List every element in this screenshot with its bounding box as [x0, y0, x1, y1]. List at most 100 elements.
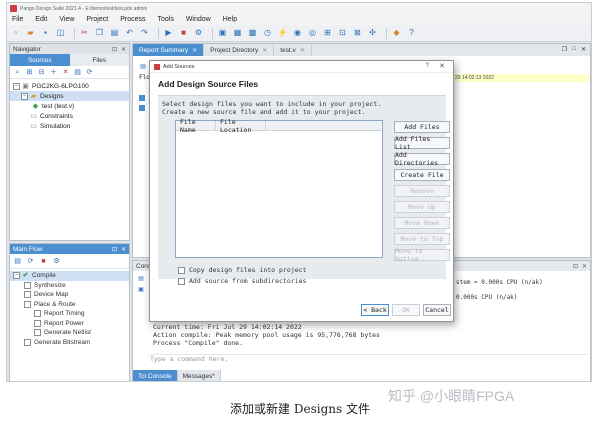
cut-icon[interactable]: ✂ [79, 28, 90, 39]
stop-flow-icon[interactable]: ■ [39, 257, 48, 266]
settings-icon[interactable]: ✣ [367, 28, 378, 39]
tree-item-designs[interactable]: − ▰ Designs [10, 91, 129, 101]
move-to-top-button[interactable]: Move to Top [394, 233, 450, 245]
move-up-button[interactable]: Move Up [394, 201, 450, 213]
save-all-icon[interactable]: ◫ [55, 28, 66, 39]
pin-icon[interactable]: ⊡ [112, 246, 117, 253]
info-icon[interactable]: ◆ [391, 28, 402, 39]
flow-step-synthesize[interactable]: Synthesize [10, 281, 129, 291]
paste-icon[interactable]: ▤ [109, 28, 120, 39]
tree-item-constraints[interactable]: ▭ Constraints [10, 111, 129, 121]
menu-file[interactable]: File [12, 16, 23, 23]
refresh-icon[interactable]: ⟳ [85, 68, 94, 77]
collapse-toggle-icon[interactable]: − [21, 92, 28, 100]
remove-source-icon[interactable]: ✕ [61, 68, 70, 77]
close-icon[interactable]: ✕ [121, 246, 126, 253]
rerun-icon[interactable]: ⟳ [26, 257, 35, 266]
clear-console-icon[interactable]: ▤ [137, 275, 145, 283]
tab-messages[interactable]: Messages* [177, 370, 221, 381]
back-button[interactable]: < Back [361, 304, 389, 316]
options-icon[interactable]: ⚙ [52, 257, 61, 266]
collapse-toggle-icon[interactable]: − [13, 272, 20, 280]
debug-icon[interactable]: ⊡ [337, 28, 348, 39]
create-file-button[interactable]: Create File [394, 169, 450, 181]
synthesize-icon[interactable]: ▣ [217, 28, 228, 39]
close-icon[interactable]: ✕ [581, 46, 586, 53]
close-icon[interactable]: ✕ [582, 263, 587, 270]
close-tab-icon[interactable]: ✕ [300, 47, 305, 54]
maximize-icon[interactable]: □ [572, 46, 576, 53]
flow-step-generate-bitstream[interactable]: Generate Bitstream [10, 338, 129, 348]
flow-step-report-power[interactable]: Report Power [10, 319, 129, 329]
search-icon[interactable]: ⌕ [13, 68, 22, 77]
collapse-all-icon[interactable]: ⊟ [37, 68, 46, 77]
column-file-location[interactable]: File Location [216, 118, 266, 134]
close-tab-icon[interactable]: ✕ [192, 47, 197, 54]
move-to-bottom-button[interactable]: Move to Bottom [394, 247, 450, 263]
save-icon[interactable]: ▪ [40, 28, 51, 39]
flow-step-report-timing[interactable]: Report Timing [10, 309, 129, 319]
menu-tools[interactable]: Tools [157, 16, 173, 23]
compile-icon[interactable]: ⚙ [193, 28, 204, 39]
copy-files-checkbox[interactable] [178, 266, 185, 274]
copy-files-checkbox-row[interactable]: Copy design files into project [178, 266, 306, 274]
add-directories-button[interactable]: Add Directories [394, 151, 450, 167]
source-file-table[interactable]: File Name File Location [175, 118, 383, 258]
lock-icon[interactable]: ▣ [137, 286, 145, 294]
add-source-icon[interactable]: ＋ [49, 68, 58, 77]
tab-sources[interactable]: Sources [10, 54, 70, 66]
command-input[interactable]: Type a command here. [148, 354, 588, 363]
device-map-icon[interactable]: ▦ [232, 28, 243, 39]
tab-report-summary[interactable]: Report Summary ✕ [133, 44, 205, 56]
add-files-list-button[interactable]: Add Files List [394, 135, 450, 151]
cancel-button[interactable]: Cancel [423, 304, 451, 316]
close-tab-icon[interactable]: ✕ [262, 47, 267, 54]
run-icon[interactable]: ▶ [163, 28, 174, 39]
subdirectories-checkbox-row[interactable]: Add source from subdirectories [178, 277, 306, 285]
expand-all-icon[interactable]: ⊞ [25, 68, 34, 77]
menu-project[interactable]: Project [86, 16, 108, 23]
properties-icon[interactable]: ▤ [73, 68, 82, 77]
tab-project-directory[interactable]: Project Directory ✕ [204, 44, 275, 56]
collapse-toggle-icon[interactable]: − [13, 82, 20, 90]
help-icon[interactable]: ? [406, 28, 417, 39]
tab-test-v[interactable]: test.v ✕ [274, 44, 312, 56]
tab-files[interactable]: Files [70, 54, 130, 66]
add-files-button[interactable]: Add Files [394, 121, 450, 133]
bitstream-icon[interactable]: ◎ [307, 28, 318, 39]
menu-window[interactable]: Window [186, 16, 211, 23]
menu-process[interactable]: Process [120, 16, 145, 23]
tree-item-device[interactable]: − ▣ PGC2KG-6LPG100 [10, 81, 129, 91]
redo-icon[interactable]: ↷ [139, 28, 150, 39]
move-down-button[interactable]: Move Down [394, 217, 450, 229]
new-file-icon[interactable]: ▫ [10, 28, 21, 39]
pin-icon[interactable]: ⊡ [112, 46, 117, 53]
flow-step-generate-netlist[interactable]: Generate Netlist [10, 328, 129, 338]
place-route-icon[interactable]: ▩ [247, 28, 258, 39]
flow-step-device-map[interactable]: Device Map [10, 290, 129, 300]
run-flow-icon[interactable]: ▤ [13, 257, 22, 266]
close-icon[interactable]: ✕ [121, 46, 126, 53]
timing-icon[interactable]: ◷ [262, 28, 273, 39]
flow-step-compile[interactable]: − ✔ Compile [10, 271, 129, 281]
menu-help[interactable]: Help [223, 16, 237, 23]
help-button[interactable]: ? [426, 63, 429, 69]
undo-icon[interactable]: ↶ [124, 28, 135, 39]
flow-step-place-route[interactable]: Place & Route [10, 300, 129, 310]
tab-tcl-console[interactable]: Tcl Console [133, 370, 178, 381]
remove-button[interactable]: Remove [394, 185, 450, 197]
subdirectories-checkbox[interactable] [178, 277, 185, 285]
menu-edit[interactable]: Edit [35, 16, 47, 23]
close-dialog-button[interactable]: ✕ [439, 62, 445, 70]
open-icon[interactable]: ▰ [25, 28, 36, 39]
ip-icon[interactable]: ⊠ [352, 28, 363, 39]
copy-icon[interactable]: ❐ [94, 28, 105, 39]
ok-button[interactable]: OK [392, 304, 420, 316]
program-icon[interactable]: ⊞ [322, 28, 333, 39]
restore-icon[interactable]: ❐ [562, 46, 567, 53]
power-icon[interactable]: ⚡ [277, 28, 288, 39]
stop-icon[interactable]: ■ [178, 28, 189, 39]
menu-view[interactable]: View [59, 16, 74, 23]
tree-item-simulation[interactable]: ▭ Simulation [10, 121, 129, 131]
tree-item-test[interactable]: ◆ test (test.v) [10, 101, 129, 111]
